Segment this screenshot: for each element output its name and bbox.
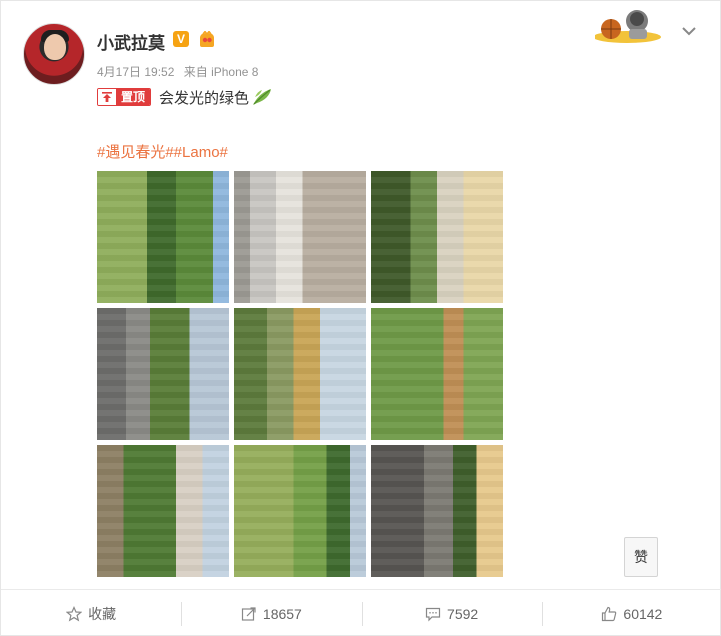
post-source: 来自 iPhone 8	[183, 65, 259, 79]
like-count: 60142	[623, 605, 663, 622]
verified-badge: V	[173, 31, 189, 47]
photo-tile[interactable]	[97, 445, 229, 577]
repost-button[interactable]: 18657	[181, 590, 361, 636]
fan-badge-icon	[200, 31, 214, 47]
photo-grid	[97, 171, 504, 578]
author-name[interactable]: 小武拉莫	[97, 29, 165, 54]
avatar-face	[44, 34, 66, 60]
star-icon	[66, 605, 83, 621]
favorite-label: 收藏	[88, 605, 117, 622]
weibo-post-card: 小武拉莫 V 4月17日 19:52 来自 iPhone 8 置顶 会发光的绿色…	[0, 0, 721, 636]
pinned-label: 置顶	[116, 89, 151, 105]
photo-tile[interactable]	[371, 308, 503, 440]
pinned-tag: 置顶	[97, 88, 152, 106]
photo-tile[interactable]	[97, 171, 229, 303]
author-avatar[interactable]	[23, 23, 85, 85]
leaf-emoji-icon	[253, 89, 272, 105]
photo-tile[interactable]	[234, 171, 366, 303]
repost-count: 18657	[262, 605, 302, 622]
repost-icon	[241, 606, 256, 621]
post-content-row: 置顶 会发光的绿色	[97, 87, 273, 107]
action-bar: 收藏 18657 7592 60142	[1, 589, 721, 636]
pin-icon	[98, 89, 116, 105]
photo-tile[interactable]	[234, 445, 366, 577]
chevron-down-icon[interactable]	[679, 21, 699, 41]
floating-like-button[interactable]: 赞	[624, 537, 658, 577]
comment-count: 7592	[447, 605, 479, 622]
photo-tile[interactable]	[371, 171, 503, 303]
like-button[interactable]: 60142	[541, 590, 721, 636]
card-decoration-icon	[595, 10, 661, 43]
comment-button[interactable]: 7592	[361, 590, 542, 636]
photo-tile[interactable]	[97, 308, 229, 440]
photo-tile[interactable]	[234, 308, 366, 440]
photo-tile[interactable]	[371, 445, 503, 577]
hashtag-links[interactable]: #遇见春光##Lamo#	[97, 141, 228, 162]
post-meta: 4月17日 19:52 来自 iPhone 8	[97, 63, 258, 80]
comment-icon	[425, 607, 441, 621]
favorite-button[interactable]: 收藏	[1, 590, 181, 636]
thumbs-up-icon	[602, 606, 617, 621]
post-text: 会发光的绿色	[159, 89, 250, 107]
post-time[interactable]: 4月17日 19:52	[97, 65, 174, 79]
